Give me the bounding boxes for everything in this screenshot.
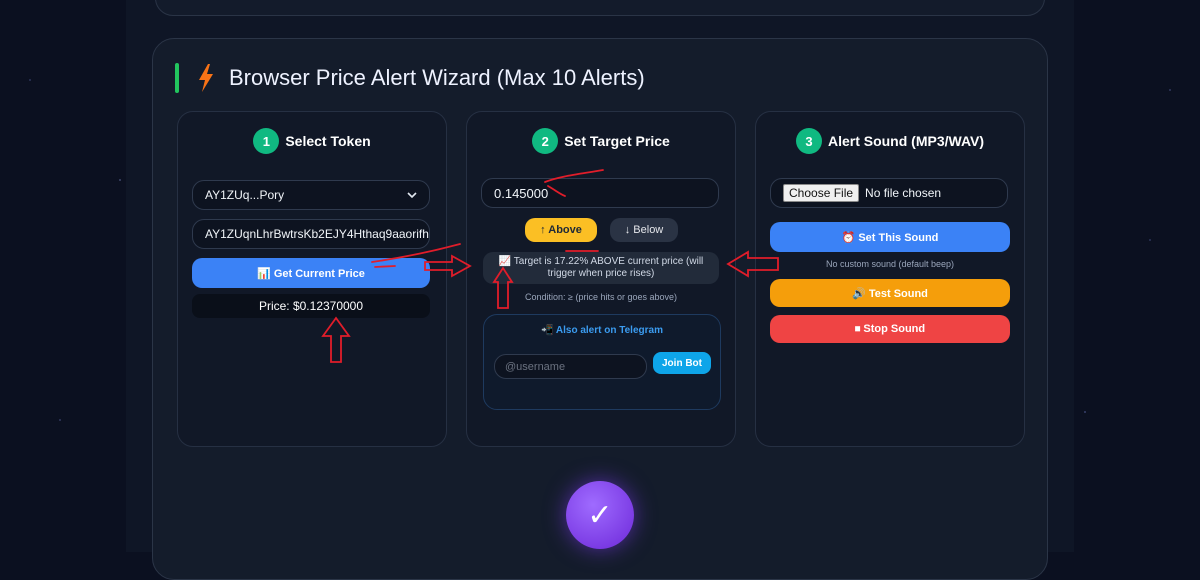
annotation-arrow-left: [726, 250, 779, 278]
annotation-arrow-up-large: [321, 316, 351, 363]
annotation-overlay: [321, 169, 779, 363]
annotation-arrow-up-small: [492, 266, 514, 309]
annotation-arrow-right: [424, 254, 472, 278]
annotation-scribble-target: [544, 169, 604, 183]
